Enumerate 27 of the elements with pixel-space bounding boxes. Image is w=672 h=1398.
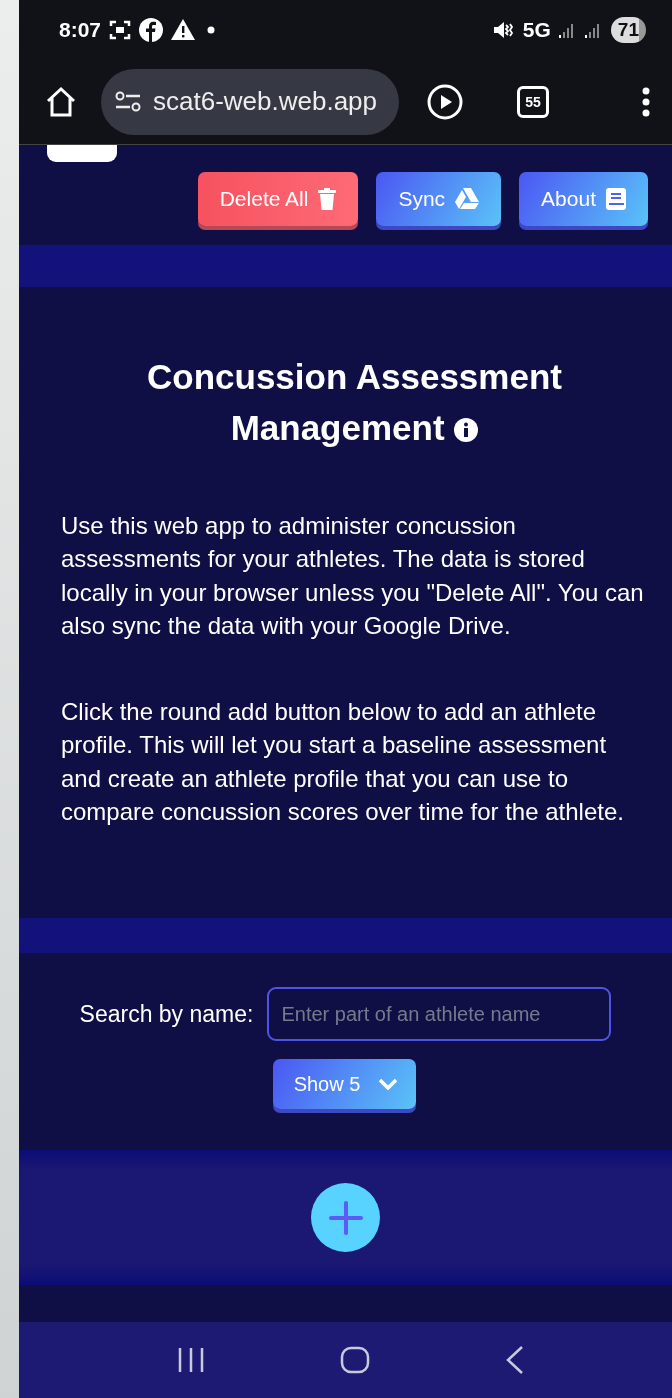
page-title: Concussion Assessment Management — [146, 355, 563, 449]
trash-icon — [318, 187, 337, 210]
book-icon — [606, 187, 626, 210]
home-icon[interactable] — [339, 1346, 370, 1374]
description-paragraph: Use this web app to administer concussion assessments for your athletes. The data is stored locally in your browser unless you "Delete All". You can also sync the data with your Google Drive. — [61, 510, 645, 642]
description-paragraph: Click the round add button below to add an athlete profile. This will let you start a baseline assessment and create an athlete profile that you can use to compare concussion scores over time for the athlete. — [61, 696, 625, 828]
back-icon[interactable] — [504, 1345, 525, 1375]
show-count-dropdown[interactable]: Show 5 — [272, 1059, 417, 1110]
site-settings-icon[interactable] — [115, 90, 141, 113]
search-field[interactable]: Enter part of an athlete name — [267, 987, 612, 1042]
recent-apps-icon[interactable] — [176, 1346, 205, 1374]
info-icon[interactable] — [454, 417, 479, 442]
drive-icon — [455, 188, 480, 210]
battery-level: 71 — [610, 16, 646, 43]
play-icon[interactable] — [427, 83, 464, 120]
chevron-down-icon — [378, 1078, 399, 1091]
search-label: Search by name: — [79, 1000, 254, 1028]
network-label: 5G — [522, 17, 551, 42]
address-bar[interactable]: scat6-web.web.app — [101, 68, 400, 135]
screenshot-icon — [109, 19, 132, 40]
plus-icon — [328, 1200, 363, 1235]
tab-count[interactable]: 55 — [517, 85, 550, 118]
mute-icon — [492, 19, 515, 40]
facebook-icon — [139, 17, 164, 42]
clock-time: 8:07 — [59, 17, 102, 42]
more-icon[interactable] — [642, 86, 650, 117]
warning-icon — [171, 19, 196, 41]
